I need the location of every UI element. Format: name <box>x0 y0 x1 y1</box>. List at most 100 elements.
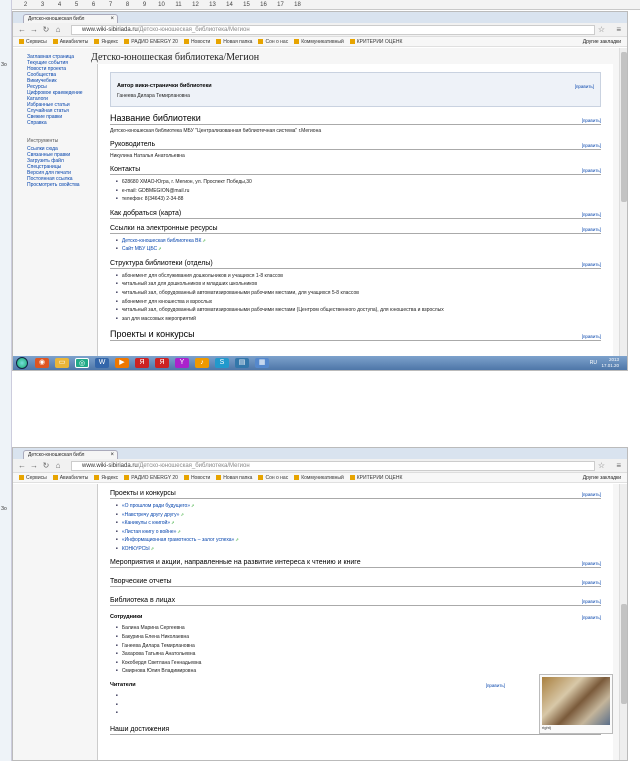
bookmark-icon <box>216 475 222 481</box>
edit-link[interactable]: [править] <box>582 492 601 497</box>
bookmark-item[interactable]: Сервисы <box>19 473 47 482</box>
close-icon[interactable]: × <box>110 15 114 23</box>
browser-tab[interactable]: Детско-юношеская библ × <box>23 450 118 459</box>
bookmark-icon <box>183 475 189 481</box>
bookmark-item[interactable]: Яндекс <box>94 473 118 482</box>
player-icon[interactable]: ♪ <box>195 358 209 368</box>
scrollbar-thumb[interactable] <box>621 604 627 704</box>
bookmark-item[interactable]: Новая папка <box>216 37 252 46</box>
bookmark-label: РАДИО ENERGY 20 <box>131 475 178 481</box>
bookmark-item[interactable]: Новости <box>183 473 210 482</box>
other-bookmarks[interactable]: Другие закладки <box>583 37 621 46</box>
bookmark-label: КРИТЕРИИ ОЦЕНК <box>356 39 403 45</box>
list-item[interactable]: «Навстречу другу другу»⇗ <box>110 511 601 520</box>
sidebar-item[interactable]: Справка <box>27 120 87 126</box>
yandex-icon[interactable]: Я <box>155 358 169 368</box>
tray-language[interactable]: RU <box>590 360 597 366</box>
edit-link[interactable]: [править] <box>582 599 601 604</box>
bookmark-item[interactable]: КРИТЕРИИ ОЦЕНК <box>349 37 403 46</box>
bookmark-icon <box>52 475 58 481</box>
ruler-mark: 15 <box>243 2 250 8</box>
star-icon[interactable]: ☆ <box>598 25 605 34</box>
bookmark-item[interactable]: Новая папка <box>216 473 252 482</box>
app-icon[interactable]: Y <box>175 358 189 368</box>
reload-icon[interactable]: ↻ <box>41 461 51 471</box>
edit-link[interactable]: [править] <box>582 615 601 620</box>
chrome-icon[interactable]: ◎ <box>75 358 89 368</box>
list-item[interactable]: «Листая книгу о войне»⇗ <box>110 528 601 537</box>
heading-text: Творческие отчеты <box>110 578 172 586</box>
scrollbar-thumb[interactable] <box>621 52 627 202</box>
edit-link[interactable]: [править] <box>486 683 505 688</box>
bookmark-item[interactable]: Сон о нас <box>258 37 288 46</box>
edit-link[interactable]: [править] <box>582 262 601 267</box>
edit-link[interactable]: [править] <box>582 580 601 585</box>
other-bookmarks[interactable]: Другие закладки <box>583 473 621 482</box>
list-item[interactable]: Сайт МБУ ЦБС⇗ <box>110 245 601 254</box>
app-icon[interactable]: ▦ <box>255 358 269 368</box>
bookmark-item[interactable]: Коммуникативный <box>294 37 344 46</box>
app-icon[interactable]: ▤ <box>235 358 249 368</box>
url-input[interactable]: www.wiki-sibiriada.ru/Детско-юношеская_б… <box>71 25 595 35</box>
bookmark-item[interactable]: КРИТЕРИИ ОЦЕНК <box>349 473 402 482</box>
word-icon[interactable]: W <box>95 358 109 368</box>
menu-icon[interactable]: ≡ <box>616 461 621 470</box>
skype-icon[interactable]: S <box>215 358 229 368</box>
events-heading: Мероприятия и акции, направленные на раз… <box>110 559 601 569</box>
edit-link[interactable]: [править] <box>582 168 601 173</box>
scrollbar[interactable] <box>619 484 627 760</box>
url-input[interactable]: www.wiki-sibiriada.ru/Детско-юношеская_б… <box>71 461 595 471</box>
bookmark-item[interactable]: Сервисы <box>19 37 47 46</box>
media-icon[interactable]: ▶ <box>115 358 129 368</box>
projects-list: «О прошлом ради будущего»⇗ «Навстречу др… <box>110 502 601 553</box>
back-icon[interactable]: ← <box>17 461 27 471</box>
list-item[interactable]: «Каникулы с книгой»⇗ <box>110 519 601 528</box>
bookmark-item[interactable]: Авиабилеты <box>52 37 88 46</box>
bookmark-item[interactable]: Новости <box>183 37 210 46</box>
yandex-icon[interactable]: Я <box>135 358 149 368</box>
list-item[interactable]: «О прошлом ради будущего»⇗ <box>110 502 601 511</box>
sidebar-item[interactable]: Просмотреть свойства <box>27 182 87 188</box>
list-item[interactable]: Детско-юношеская библиотека ВК⇗ <box>110 237 601 246</box>
clock[interactable]: 2013 17.01.20 <box>601 357 619 369</box>
list-item: 628680 ХМАО-Югра, г. Мегион, ул. Проспек… <box>110 178 601 187</box>
start-button[interactable] <box>16 357 28 369</box>
star-icon[interactable]: ☆ <box>598 461 605 470</box>
home-icon[interactable]: ⌂ <box>53 461 63 471</box>
edit-link[interactable]: [править] <box>582 227 601 232</box>
bookmark-item[interactable]: Коммуникативный <box>294 473 344 482</box>
author-heading: Автор вики-странички библиотеки [править] <box>117 83 594 90</box>
bookmark-label: Сервисы <box>26 475 47 481</box>
forward-icon[interactable]: → <box>29 461 39 471</box>
link-text: «Листая книгу о войне» <box>121 528 177 535</box>
bookmark-item[interactable]: РАДИО ENERGY 20 <box>124 473 178 482</box>
list-item: e-mail: GDBMEGION@mail.ru <box>110 187 601 196</box>
close-icon[interactable]: × <box>110 451 114 459</box>
edit-link[interactable]: [править] <box>582 143 601 148</box>
menu-icon[interactable]: ≡ <box>616 25 621 34</box>
link-text: «Информационная грамотность – залог успе… <box>121 537 235 544</box>
back-icon[interactable]: ← <box>17 25 27 35</box>
edit-link[interactable]: [править] <box>582 561 601 566</box>
browser-tab[interactable]: Детско-юношеская библ × <box>23 14 118 23</box>
app-icon[interactable]: ◉ <box>35 358 49 368</box>
edit-link[interactable]: [править] <box>582 212 601 217</box>
ruler-mark: 4 <box>57 2 62 8</box>
bookmark-item[interactable]: Яндекс <box>94 37 118 46</box>
bookmark-item[interactable]: Авиабилеты <box>52 473 88 482</box>
edit-link[interactable]: [править] <box>575 84 594 89</box>
home-icon[interactable]: ⌂ <box>53 25 63 35</box>
staff-photo[interactable]: right) <box>539 674 613 734</box>
forward-icon[interactable]: → <box>29 25 39 35</box>
bookmark-item[interactable]: РАДИО ENERGY 20 <box>124 37 178 46</box>
reload-icon[interactable]: ↻ <box>41 25 51 35</box>
bookmark-icon <box>294 475 300 481</box>
folder-icon[interactable]: ▭ <box>55 358 69 368</box>
edit-link[interactable]: [править] <box>582 334 601 339</box>
scrollbar[interactable] <box>619 48 627 356</box>
bookmark-item[interactable]: Сон о нас <box>258 473 288 482</box>
list-item[interactable]: «Информационная грамотность – залог успе… <box>110 536 601 545</box>
list-item[interactable]: КОНКУРСЫ⇗ <box>110 545 601 554</box>
edit-link[interactable]: [править] <box>582 118 601 123</box>
external-link-icon: ⇗ <box>150 545 154 551</box>
